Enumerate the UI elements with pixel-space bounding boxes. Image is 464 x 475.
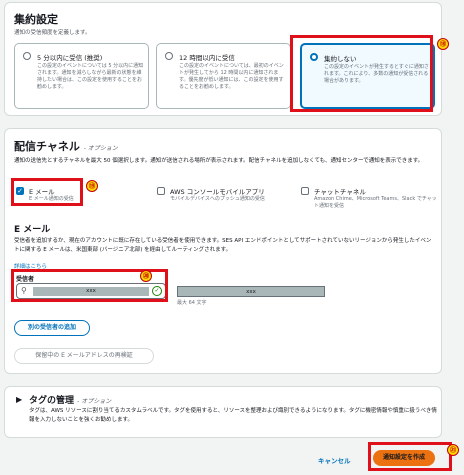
channel-chat-label: チャットチャネル <box>314 188 366 196</box>
max-chars-hint: 最大 64 文字 <box>177 300 207 306</box>
frequency-option-none[interactable]: 集約しない この設定のイベントが発生するとすぐに通知されます。これにより、多数の… <box>300 43 435 109</box>
recipient-input[interactable]: ⚲ xxx ✓ <box>16 283 166 299</box>
channels-title: 配信チャネル - オプション <box>14 138 118 154</box>
tags-expand-icon[interactable]: ▶ <box>16 395 22 404</box>
tags-title-text: タグの管理 <box>29 396 75 406</box>
frequency-subtitle: 通知の受信頻度を定義します。 <box>14 30 91 36</box>
callout-19: ⑲ <box>86 180 98 192</box>
channel-mobile-label: AWS コンソールモバイルアプリ <box>170 188 265 196</box>
channel-email-label: E メール <box>29 188 55 196</box>
checkbox-mobile-app[interactable] <box>157 187 165 195</box>
email-section-title: E メール <box>14 225 51 235</box>
checkbox-chat[interactable] <box>301 187 309 195</box>
checkbox-email[interactable]: ✓ <box>16 187 24 195</box>
tags-description: タグは、AWS リソースに割り当てるカスタムラベルです。タグを使用すると、リソー… <box>29 408 437 423</box>
tags-title[interactable]: タグの管理 - オプション <box>29 393 111 406</box>
revalidate-email-button[interactable]: 保留中の E メールアドレスの再検証 <box>14 348 154 364</box>
frequency-option-12h[interactable]: 12 時間以内に受信 この設定のイベントについては、最初のイベントが発生してから… <box>156 43 291 109</box>
recipient-value: xxx <box>33 287 149 296</box>
channels-optional: - オプション <box>83 145 118 152</box>
tags-optional: - オプション <box>77 398 112 405</box>
tags-panel: ▶ タグの管理 - オプション タグは、AWS リソースに割り当てるカスタムラベ… <box>4 386 442 438</box>
cancel-button[interactable]: キャンセル <box>318 455 351 465</box>
option-label-12h: 12 時間以内に受信 <box>179 54 235 62</box>
option-label-5min: 5 分以内に受信 (推奨) <box>37 54 103 62</box>
recipients-label: 受信者 <box>16 276 35 283</box>
option-desc-12h: この設定のイベントについては、最初のイベントが発生してから 12 時間以内に通知… <box>179 63 284 90</box>
option-label-none: 集約しない <box>324 55 357 63</box>
frequency-option-5min[interactable]: 5 分以内に受信 (推奨) この設定のイベントについては 5 分以内に通知されま… <box>14 43 149 109</box>
callout-21: ㉑ <box>447 444 459 456</box>
recipient-token: xxx <box>177 286 325 297</box>
option-desc-none: この設定のイベントが発生するとすぐに通知されます。これにより、多数の通知が受信さ… <box>324 64 429 84</box>
add-recipient-button[interactable]: 別の受信者の追加 <box>14 320 90 336</box>
create-notification-button[interactable]: 通知設定を作成 <box>373 450 435 466</box>
radio-none[interactable] <box>310 53 318 61</box>
learn-more-link[interactable]: 詳細はこちら <box>14 263 47 272</box>
frequency-panel: 集約設定 通知の受信頻度を定義します。 5 分以内に受信 (推奨) この設定のイ… <box>4 2 442 116</box>
email-description: 受信者を追加するか、現在のアカウントに既に存在している受信者を使用できます。SE… <box>14 238 432 253</box>
callout-20: ⑳ <box>140 270 152 282</box>
channel-chat-desc: Amazon Chime、Microsoft Teams、Slack でチャット… <box>314 196 437 209</box>
channels-title-text: 配信チャネル <box>14 140 80 153</box>
channel-email-desc: E メール通知の受信 <box>29 196 74 202</box>
frequency-title: 集約設定 <box>14 13 58 26</box>
callout-18: ⑱ <box>437 38 449 50</box>
delivery-channels-panel: 配信チャネル - オプション 通知の送信先とするチャネルを最大 50 個選択しま… <box>4 128 442 374</box>
channel-mobile-desc: モバイルデバイスへのプッシュ通知の受信 <box>170 196 265 202</box>
search-icon: ⚲ <box>21 286 27 295</box>
channels-description: 通知の送信先とするチャネルを最大 50 個選択します。通知が送信される場所が表示… <box>14 158 424 164</box>
option-desc-5min: この設定のイベントについては 5 分以内に通知されます。通知を減らしながら最新の… <box>37 63 144 90</box>
verified-check-icon: ✓ <box>152 286 162 296</box>
radio-12h[interactable] <box>165 52 173 60</box>
radio-5min[interactable] <box>23 52 31 60</box>
